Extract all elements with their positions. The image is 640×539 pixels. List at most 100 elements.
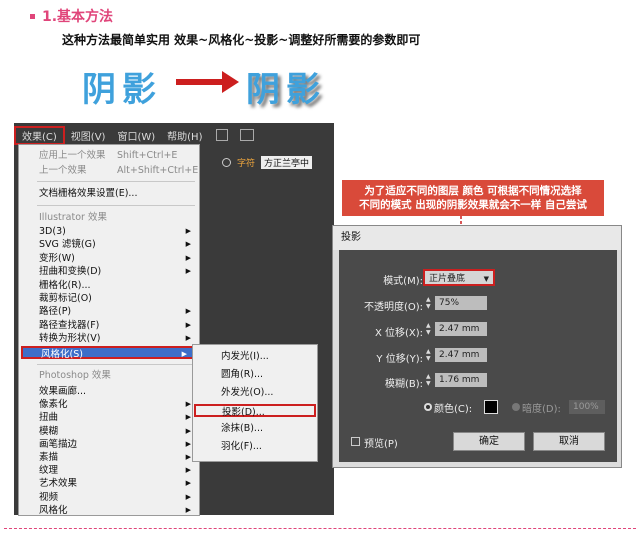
menu-item-il-4[interactable]: 栅格化(R)... [19,279,199,292]
bullet-icon [30,13,35,19]
menu-item-ps-0[interactable]: 效果画廊... [19,385,199,398]
submenu-item-3[interactable]: 投影(D)... [194,404,316,418]
menu-effect[interactable]: 效果(C) [14,125,65,145]
menu-item-il-5[interactable]: 裁剪标记(O) [19,292,199,305]
menu-item-ps-5[interactable]: 素描 ▶ [19,451,199,464]
x-offset-field[interactable]: 2.47 mm [435,322,487,336]
dialog-title: 投影 [333,226,621,250]
menu-help[interactable]: 帮助(H) [161,128,208,143]
submenu-arrow-icon: ▶ [185,453,191,461]
menu-item-il-7[interactable]: 路径查找器(F) ▶ [19,319,199,332]
section-title: 1.基本方法 [30,6,113,26]
submenu-arrow-icon: ▶ [185,267,191,276]
mode-label: 模式(M): [383,276,423,287]
submenu-arrow-icon: ▶ [185,426,191,435]
menu-item-ps-6[interactable]: 纹理 ▶ [19,464,199,477]
stylize-submenu: 内发光(I)... 圆角(R)... 外发光(O)... 投影(D)... 涂抹(B).… [192,344,318,462]
x-offset-spinner[interactable]: ▲ ▼ [426,322,433,336]
section-title-text: 1.基本方法 [42,9,114,25]
chevron-down-icon: ▼ [483,275,489,283]
blur-field[interactable]: 1.76 mm [435,373,487,387]
mode-select[interactable]: 正片叠底 ▼ [423,269,495,286]
menu-divider [37,364,195,365]
submenu-arrow-icon: ▶ [185,334,191,343]
darkness-label: 暗度(D): [522,404,561,415]
font-button[interactable]: 字符 [237,156,255,169]
control-bar: 字符 方正兰亭中 [200,153,334,171]
y-offset-spinner[interactable]: ▲ ▼ [426,348,433,362]
y-offset-field[interactable]: 2.47 mm [435,348,487,362]
menu-item-ps-4[interactable]: 画笔描边 ▶ [19,438,199,451]
tip-line-2: 不同的模式 出现的阴影效果就会不一样 自己尝试 [359,199,587,211]
submenu-arrow-icon: ▶ [185,307,191,316]
submenu-arrow-icon: ▶ [185,227,191,235]
y-offset-label: Y 位移(Y): [376,354,423,365]
submenu-item-1[interactable]: 圆角(R)... [193,368,317,381]
menu-divider [37,205,195,206]
darkness-radio[interactable] [512,403,520,411]
opacity-field[interactable]: 75% [435,296,487,310]
tip-line-1: 为了适应不同的图层 颜色 可根据不同情况选择 [364,185,582,197]
menu-item-il-0[interactable]: 3D(3) ▶ [19,225,199,238]
submenu-item-5[interactable]: 羽化(F)... [193,440,317,453]
color-swatch[interactable] [484,400,498,414]
arrow-right-icon [176,71,239,93]
menu-item-ps-9[interactable]: 风格化 ▶ [19,504,199,517]
menubar: 效果(C) 视图(V) 窗口(W) 帮助(H) [14,125,255,145]
menu-item-apply-last: 应用上一个效果 Shift+Ctrl+E [39,150,178,161]
submenu-arrow-icon: ▶ [185,439,191,448]
menu-divider [37,181,195,182]
submenu-item-0[interactable]: 内发光(I)... [193,350,317,363]
menu-item-il-1[interactable]: SVG 滤镜(G) ▶ [19,238,199,251]
submenu-arrow-icon: ▶ [185,400,191,409]
preview-checkbox[interactable] [351,437,360,446]
dialog-body: 模式(M): 正片叠底 ▼ 不透明度(O): ▲ ▼ 75% X 位移(X): ▲… [339,250,617,462]
photoshop-effects-header: Photoshop 效果 [39,370,111,381]
drop-shadow-dialog: 投影 模式(M): 正片叠底 ▼ 不透明度(O): ▲ ▼ 75% X 位移(X)… [332,225,622,468]
submenu-item-4[interactable]: 涂抹(B)... [193,422,317,435]
opacity-spinner[interactable]: ▲ ▼ [426,296,433,310]
cancel-button[interactable]: 取消 [533,432,605,451]
menu-item-ps-7[interactable]: 艺术效果 ▶ [19,477,199,490]
darkness-field: 100% [569,400,605,414]
preview-label: 预览(P) [364,439,398,450]
menu-item-ps-3[interactable]: 模糊 ▶ [19,425,199,438]
menu-item-last-effect: 上一个效果 Alt+Shift+Ctrl+E [39,165,199,176]
arrange-icon[interactable] [240,129,255,141]
submenu-arrow-icon: ▶ [185,479,191,488]
opacity-label: 不透明度(O): [363,302,423,313]
font-name-field[interactable]: 方正兰亭中 [261,155,313,169]
submenu-arrow-icon: ▶ [185,240,191,249]
menu-item-ps-1[interactable]: 像素化 ▶ [19,398,199,411]
submenu-arrow-icon: ▶ [185,492,191,501]
color-radio[interactable] [424,403,432,411]
ok-button[interactable]: 确定 [453,432,525,451]
submenu-arrow-icon: ▶ [185,466,191,475]
submenu-arrow-icon: ▶ [185,505,191,514]
globe-icon[interactable] [222,157,231,167]
menu-item-il-6[interactable]: 路径(P) ▶ [19,305,199,318]
menu-item-il-2[interactable]: 变形(W) ▶ [19,252,199,265]
menu-item-il-9[interactable]: 风格化(S) ▶ [21,345,197,360]
x-offset-label: X 位移(X): [374,328,423,339]
menu-item-il-3[interactable]: 扭曲和变换(D) ▶ [19,265,199,278]
menu-item-ps-2[interactable]: 扭曲 ▶ [19,411,199,424]
menu-window[interactable]: 窗口(W) [111,128,161,143]
bridge-icon[interactable] [216,129,229,141]
submenu-arrow-icon: ▶ [185,253,191,262]
menu-item-raster-settings[interactable]: 文档栅格效果设置(E)... [19,187,199,200]
menu-item-il-8[interactable]: 转换为形状(V) ▶ [19,332,199,345]
mode-value: 正片叠底 [429,274,466,284]
submenu-arrow-icon: ▶ [185,413,191,422]
tip-note: 为了适应不同的图层 颜色 可根据不同情况选择 不同的模式 出现的阴影效果就会不一… [342,180,604,216]
illustrator-effects-header: Illustrator 效果 [39,212,107,223]
submenu-arrow-icon: ▶ [185,320,191,329]
menu-view[interactable]: 视图(V) [65,128,112,143]
color-label: 颜色(C): [434,404,473,415]
blur-label: 模糊(B): [384,379,423,390]
plain-text-demo: 阴影 [82,70,162,110]
blur-spinner[interactable]: ▲ ▼ [426,373,433,387]
submenu-item-2[interactable]: 外发光(O)... [193,386,317,399]
menu-item-ps-8[interactable]: 视频 ▶ [19,491,199,504]
shadow-text-demo: 阴影 [246,70,326,110]
